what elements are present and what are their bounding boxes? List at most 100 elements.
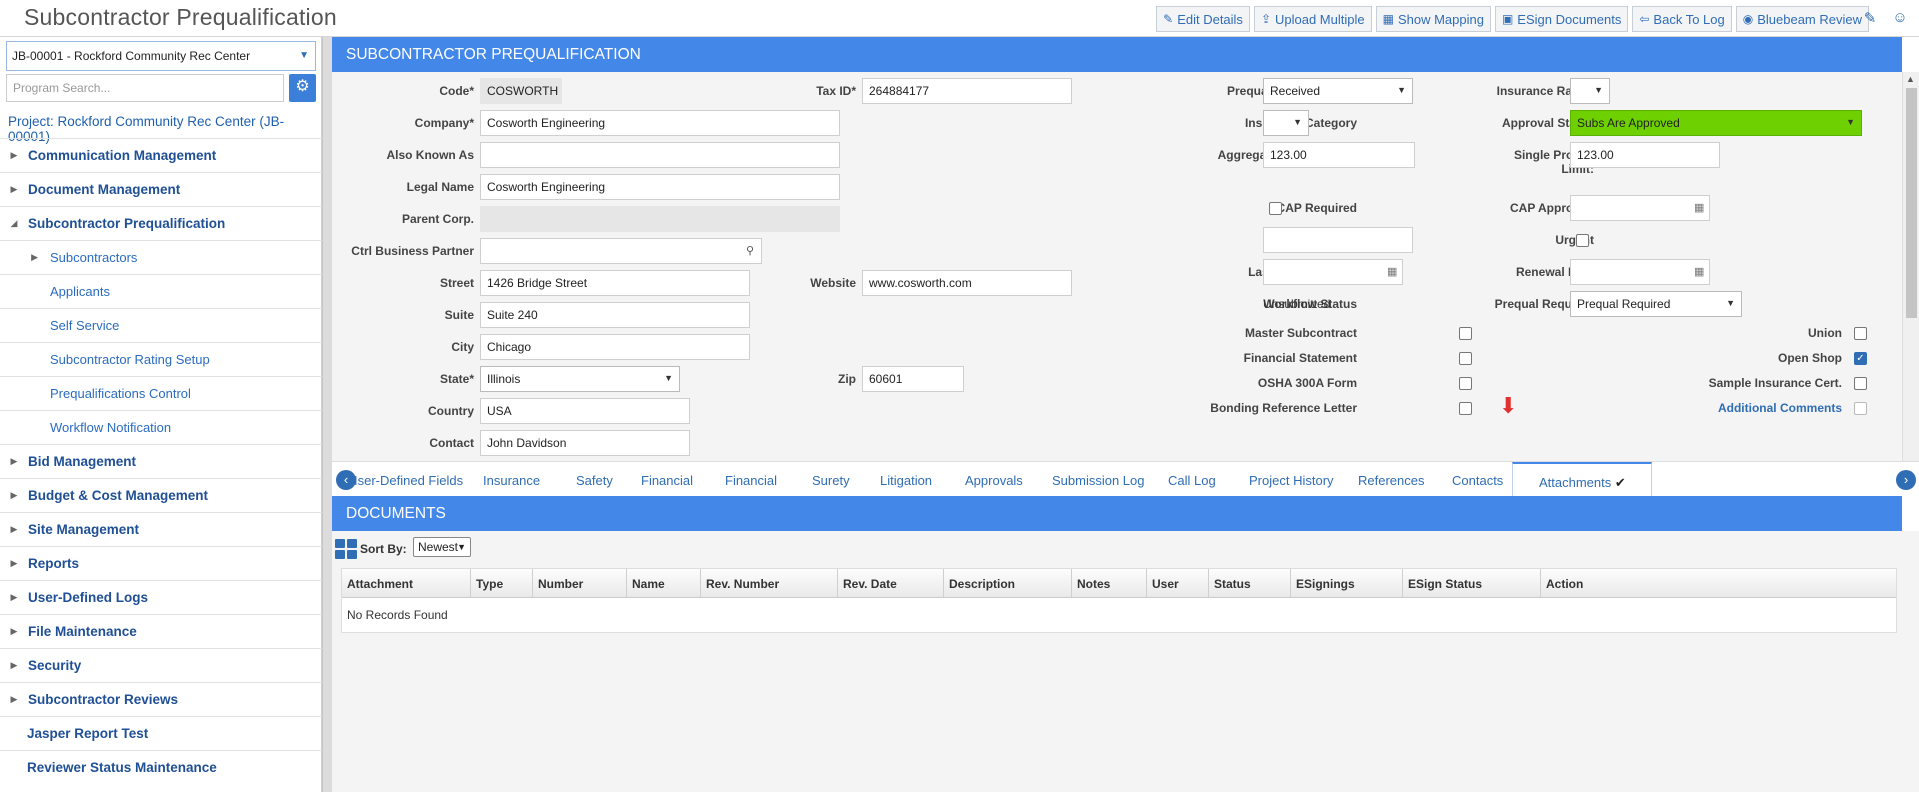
sidebar-item[interactable]: Jasper Report Test: [0, 716, 322, 750]
column-header[interactable]: ESign Status: [1403, 569, 1541, 598]
tax-id-field[interactable]: 264884177: [862, 78, 1072, 104]
union-checkbox[interactable]: [1854, 327, 1867, 340]
sample-insurance-checkbox[interactable]: [1854, 377, 1867, 390]
edit-details-button[interactable]: ✎ Edit Details: [1156, 6, 1250, 32]
form-scrollbar[interactable]: ▲ ▼: [1902, 72, 1919, 496]
insurance-rating-select[interactable]: ▼: [1570, 78, 1610, 104]
financial-statement-checkbox[interactable]: [1459, 352, 1472, 365]
tab-submission-log[interactable]: Submission Log: [1052, 473, 1145, 488]
scroll-up-icon[interactable]: ▲: [1906, 74, 1915, 84]
tab-call-log[interactable]: Call Log: [1168, 473, 1216, 488]
column-header[interactable]: User: [1147, 569, 1209, 598]
contact-field[interactable]: John Davidson: [480, 430, 690, 456]
sidebar-item[interactable]: ▶ Subcontractors: [0, 240, 322, 274]
tab-references[interactable]: References: [1358, 473, 1424, 488]
last-approval-date-field[interactable]: [1263, 259, 1403, 285]
gear-icon[interactable]: ⚙: [289, 74, 316, 102]
column-header[interactable]: Rev. Date: [838, 569, 944, 598]
urgent-checkbox[interactable]: [1576, 234, 1589, 247]
ctrl-business-partner-field[interactable]: [480, 238, 762, 264]
sidebar-item[interactable]: Self Service: [0, 308, 322, 342]
sort-by-select[interactable]: Newest ▼: [413, 537, 471, 557]
cap-required-checkbox[interactable]: [1269, 202, 1282, 215]
sidebar-item[interactable]: ▶ File Maintenance: [0, 614, 322, 648]
tab-insurance[interactable]: Insurance: [483, 473, 540, 488]
sidebar-item[interactable]: ▶ Bid Management: [0, 444, 322, 478]
prequal-required-select[interactable]: Prequal Required ▼: [1570, 291, 1742, 317]
edit-layout-icon[interactable]: ✎: [1861, 9, 1879, 27]
sidebar-item[interactable]: Workflow Notification: [0, 410, 322, 444]
sidebar-item[interactable]: ▶ Communication Management: [0, 138, 322, 172]
show-mapping-button[interactable]: ▦ Show Mapping: [1375, 6, 1491, 32]
sidebar-item[interactable]: ▶ Site Management: [0, 512, 322, 546]
column-header[interactable]: Status: [1209, 569, 1291, 598]
calendar-icon[interactable]: ▦: [1694, 265, 1704, 278]
tab-financial[interactable]: Financial: [641, 473, 693, 488]
tab-prev-icon[interactable]: ‹: [336, 470, 356, 490]
grid-view-icon[interactable]: [335, 539, 357, 559]
column-header[interactable]: Type: [471, 569, 533, 598]
zip-field[interactable]: 60601: [862, 366, 964, 392]
project-select[interactable]: JB-00001 - Rockford Community Rec Center…: [6, 41, 316, 71]
osha-300a-checkbox[interactable]: [1459, 377, 1472, 390]
sidebar-scrollbar[interactable]: [322, 37, 332, 792]
column-header[interactable]: Rev. Number: [701, 569, 838, 598]
column-header[interactable]: Description: [944, 569, 1072, 598]
bonding-letter-checkbox[interactable]: [1459, 402, 1472, 415]
tab-project-history[interactable]: Project History: [1249, 473, 1334, 488]
host-region-field[interactable]: [1263, 227, 1413, 253]
aka-field[interactable]: [480, 142, 840, 168]
single-limit-field[interactable]: 123.00: [1570, 142, 1720, 168]
tab-user-defined-fields[interactable]: Iser-Defined Fields: [354, 473, 463, 488]
website-field[interactable]: www.cosworth.com: [862, 270, 1072, 296]
renewal-date-field[interactable]: [1570, 259, 1710, 285]
master-subcontract-checkbox[interactable]: [1459, 327, 1472, 340]
column-header[interactable]: Attachment: [342, 569, 471, 598]
column-header[interactable]: Number: [533, 569, 627, 598]
sidebar-item[interactable]: ▶ User-Defined Logs: [0, 580, 322, 614]
sidebar-item[interactable]: Prequalifications Control: [0, 376, 322, 410]
sidebar-item[interactable]: Applicants: [0, 274, 322, 308]
cap-approved-field[interactable]: [1570, 195, 1710, 221]
sidebar-item[interactable]: ▶ Security: [0, 648, 322, 682]
tab-attachments[interactable]: Attachments ✔: [1512, 462, 1652, 497]
column-header[interactable]: Notes: [1072, 569, 1147, 598]
sidebar-item[interactable]: ▶ Reports: [0, 546, 322, 580]
company-field[interactable]: Cosworth Engineering: [480, 110, 840, 136]
suite-field[interactable]: Suite 240: [480, 302, 750, 328]
additional-comments-link[interactable]: Additional Comments: [1672, 401, 1842, 415]
sidebar-item[interactable]: ▶ Subcontractor Reviews: [0, 682, 322, 716]
street-field[interactable]: 1426 Bridge Street: [480, 270, 750, 296]
aggregate-limit-field[interactable]: 123.00: [1263, 142, 1415, 168]
tab-litigation[interactable]: Litigation: [880, 473, 932, 488]
tab-next-icon[interactable]: ›: [1896, 470, 1916, 490]
approval-status-select[interactable]: Subs Are Approved ▼: [1570, 110, 1862, 136]
user-account-icon[interactable]: ☺: [1891, 9, 1909, 27]
program-search-input[interactable]: Program Search...: [6, 74, 284, 102]
open-shop-checkbox[interactable]: ✓: [1854, 352, 1867, 365]
column-header[interactable]: Action: [1541, 569, 1618, 598]
esign-documents-button[interactable]: ▣ ESign Documents: [1494, 6, 1629, 32]
column-header[interactable]: Name: [627, 569, 701, 598]
tab-approvals[interactable]: Approvals: [965, 473, 1023, 488]
sidebar-item[interactable]: Subcontractor Rating Setup: [0, 342, 322, 376]
back-to-log-button[interactable]: ⇦ Back To Log: [1632, 6, 1732, 32]
calendar-icon[interactable]: ▦: [1387, 265, 1397, 278]
tab-surety[interactable]: Surety: [812, 473, 850, 488]
calendar-icon[interactable]: ▦: [1694, 201, 1704, 214]
sidebar-item[interactable]: ▶ Budget & Cost Management: [0, 478, 322, 512]
sidebar-item[interactable]: ◢ Subcontractor Prequalification: [0, 206, 322, 240]
country-field[interactable]: USA: [480, 398, 690, 424]
scroll-thumb[interactable]: [1906, 88, 1917, 318]
sidebar-item[interactable]: Reviewer Status Maintenance: [0, 750, 322, 784]
tab-financial-2[interactable]: Financial: [725, 473, 777, 488]
legal-name-field[interactable]: Cosworth Engineering: [480, 174, 840, 200]
tab-contacts[interactable]: Contacts: [1452, 473, 1503, 488]
upload-multiple-button[interactable]: ⇪ Upload Multiple: [1253, 6, 1372, 32]
sidebar-item[interactable]: ▶ Document Management: [0, 172, 322, 206]
tab-safety[interactable]: Safety: [576, 473, 613, 488]
search-icon[interactable]: ⚲: [746, 244, 754, 257]
city-field[interactable]: Chicago: [480, 334, 750, 360]
bluebeam-review-button[interactable]: ◉ Bluebeam Review: [1735, 6, 1869, 32]
state-select[interactable]: Illinois ▼: [480, 366, 680, 392]
